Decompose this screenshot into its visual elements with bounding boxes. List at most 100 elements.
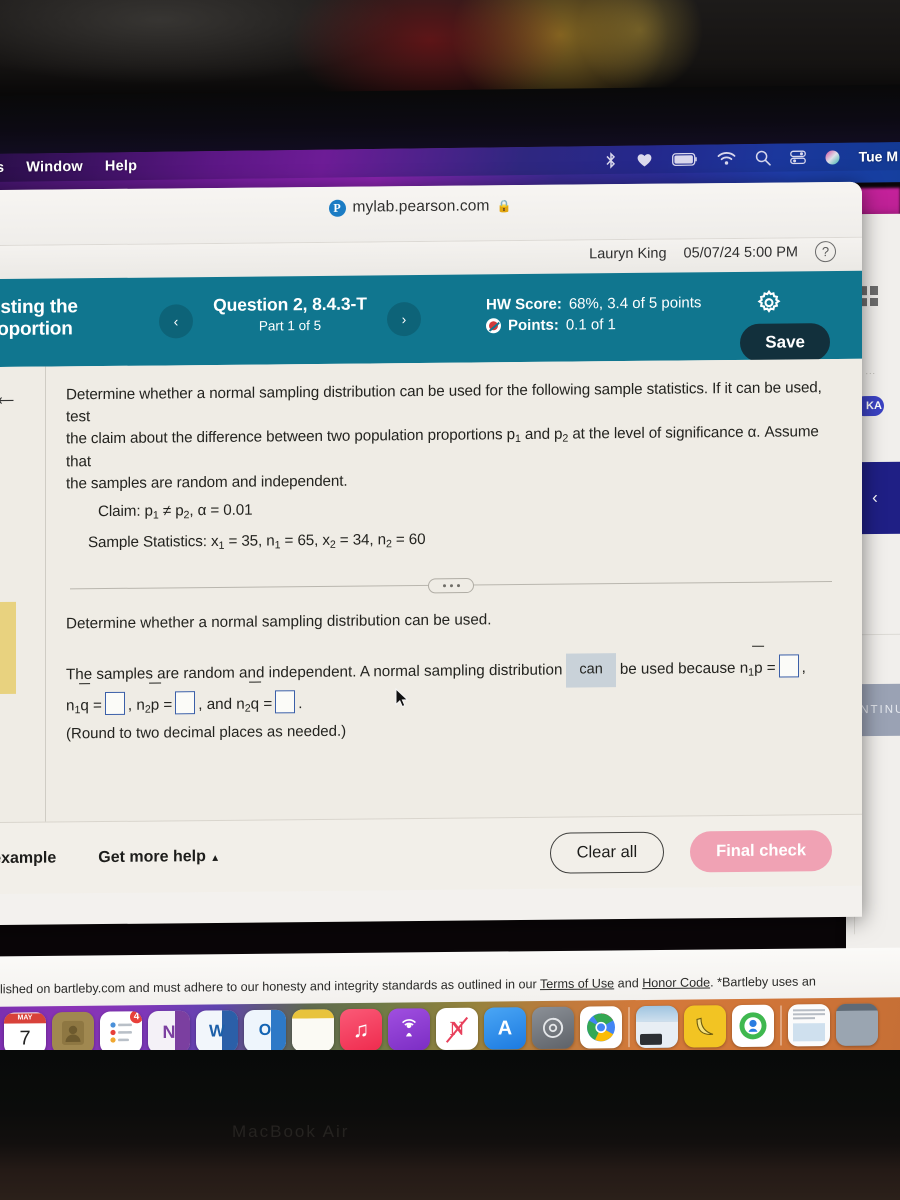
answer-blank-2[interactable] <box>104 691 125 715</box>
claim-line: Claim: p1 ≠ p2, α = 0.01 <box>98 501 253 522</box>
q-bar-2: q <box>248 681 261 719</box>
answer-sentence-part2: be used because n <box>619 660 749 679</box>
question-body: Determine whether a normal sampling dist… <box>46 359 862 822</box>
answer-blank-4[interactable] <box>275 690 296 714</box>
user-info-bar: Lauryn King 05/07/24 5:00 PM ? <box>589 241 836 264</box>
find-my-icon[interactable] <box>732 1004 774 1048</box>
url-text[interactable]: mylab.pearson.com <box>353 197 490 216</box>
menu-item-help[interactable]: Help <box>105 158 137 174</box>
p-bar-2: p <box>149 682 161 720</box>
control-center-icon[interactable] <box>789 150 806 165</box>
lock-icon: 🔒 <box>496 199 512 214</box>
due-date: 05/07/24 5:00 PM <box>683 243 798 261</box>
siri-icon[interactable] <box>825 149 840 164</box>
score-summary: HW Score: 68%, 3.4 of 5 points Points: 0… <box>486 294 701 334</box>
heart-icon[interactable] <box>636 152 653 167</box>
onenote-icon[interactable]: N <box>148 1010 190 1054</box>
question-line-2: the claim about the difference between t… <box>66 422 819 471</box>
points-row: Points: 0.1 of 1 <box>486 315 701 334</box>
hw-score-value: 68%, 3.4 of 5 points <box>568 294 702 313</box>
honor-code-link[interactable]: Honor Code <box>642 976 710 991</box>
menu-bar-status-items: Tue M <box>605 143 900 173</box>
answer-sentence: The samples are random and independent. … <box>66 645 836 721</box>
photo-thumbnail-icon[interactable] <box>636 1005 678 1049</box>
chrome-icon[interactable] <box>580 1006 622 1049</box>
question-name: Question 2, 8.4.3-T <box>213 293 367 315</box>
menu-bar-clock[interactable]: Tue M <box>859 148 898 165</box>
address-bar[interactable]: P mylab.pearson.com 🔒 <box>0 190 862 224</box>
word-icon[interactable]: W <box>196 1010 238 1053</box>
sample-statistics-line: Sample Statistics: x1 = 35, n1 = 65, x2 … <box>88 531 426 553</box>
footer-right-buttons: Clear all Final check <box>549 830 832 874</box>
question-footer-bar: n example Get more help ▲ Clear all Fina… <box>0 813 862 895</box>
bartleby-text: lished on bartleby.com and must adhere t… <box>0 974 816 997</box>
can-dropdown[interactable]: can <box>566 653 616 688</box>
answer-blank-1[interactable] <box>778 654 799 678</box>
gear-icon[interactable] <box>756 289 782 316</box>
question-part: Part 1 of 5 <box>258 317 322 334</box>
section-divider <box>70 577 832 594</box>
pearson-favicon: P <box>328 199 346 217</box>
answer-prompt: Determine whether a normal sampling dist… <box>66 611 492 633</box>
answer-blank-3[interactable] <box>175 691 196 715</box>
question-info: Question 2, 8.4.3-T Part 1 of 5 <box>200 293 380 334</box>
mouse-cursor <box>395 687 411 715</box>
app-store-icon[interactable]: A <box>484 1007 526 1050</box>
next-question-button[interactable]: › <box>387 301 421 337</box>
menu-item-0[interactable]: s <box>0 160 4 176</box>
outlook-icon[interactable]: O <box>244 1009 286 1053</box>
dock-separator-2 <box>780 1005 782 1046</box>
footer-left-links: n example Get more help ▲ <box>0 847 220 867</box>
view-example-link[interactable]: n example <box>0 849 56 868</box>
assignment-header: esting the roportion ‹ › Question 2, 8.4.… <box>0 270 862 368</box>
banana-icon[interactable] <box>684 1005 726 1048</box>
contacts-icon[interactable] <box>52 1011 94 1055</box>
browser-toolbar: P mylab.pearson.com 🔒 <box>0 181 862 247</box>
music-icon[interactable]: ♫ <box>340 1008 382 1052</box>
terms-of-use-link[interactable]: Terms of Use <box>540 976 614 991</box>
calendar-icon[interactable]: MAY 7 <box>4 1012 46 1055</box>
device-brand-label: MacBook Air <box>232 1122 350 1141</box>
question-content-area: ← Determine whether a normal sampling di… <box>0 358 862 823</box>
laptop-lower-bezel-photo: MacBook Air <box>0 1050 900 1200</box>
question-statement: Determine whether a normal sampling dist… <box>66 377 836 556</box>
wifi-icon[interactable] <box>717 151 736 165</box>
save-button[interactable]: Save <box>740 323 830 362</box>
menu-bar-items: s Window Help <box>0 155 137 179</box>
final-check-button[interactable]: Final check <box>690 830 832 873</box>
notes-icon[interactable] <box>292 1009 334 1052</box>
answer-sentence-part1: The samples are random and independent. … <box>66 661 563 684</box>
back-arrow-icon[interactable]: ← <box>0 381 19 411</box>
highlight-strip <box>0 601 16 695</box>
dock-separator-1 <box>628 1007 630 1048</box>
expand-dots-button[interactable] <box>428 577 474 594</box>
q-bar-1: q <box>78 682 91 721</box>
rounding-note: (Round to two decimal places as needed.) <box>66 722 347 743</box>
podcasts-icon[interactable] <box>388 1008 430 1051</box>
clear-all-button[interactable]: Clear all <box>549 831 665 874</box>
get-more-help-link[interactable]: Get more help ▲ <box>98 847 220 866</box>
room-photo-background <box>0 0 900 158</box>
system-settings-icon[interactable] <box>532 1006 574 1050</box>
bluetooth-icon[interactable] <box>605 151 617 169</box>
page-title: esting the roportion <box>0 296 78 341</box>
menu-item-window[interactable]: Window <box>26 159 83 176</box>
search-icon[interactable] <box>755 150 771 166</box>
points-label: Points: <box>508 316 559 335</box>
points-value: 0.1 of 1 <box>565 316 616 334</box>
question-mark-icon[interactable]: ? <box>815 241 836 263</box>
p-bar-1: p <box>752 645 765 684</box>
previous-question-button[interactable]: ‹ <box>159 304 193 339</box>
question-line-1: Determine whether a normal sampling dist… <box>66 379 822 426</box>
finder-window-icon[interactable] <box>836 1003 878 1046</box>
battery-icon[interactable] <box>671 152 698 166</box>
answer-section: Determine whether a normal sampling dist… <box>66 608 836 743</box>
hw-score-row: HW Score: 68%, 3.4 of 5 points <box>486 294 701 313</box>
caret-up-icon: ▲ <box>210 852 221 864</box>
reminders-badge: 4 <box>129 1011 142 1025</box>
document-icon[interactable] <box>788 1004 830 1047</box>
reminders-icon[interactable]: 4 <box>100 1011 142 1054</box>
student-name: Lauryn King <box>589 245 667 262</box>
left-rail: ← <box>0 366 46 823</box>
news-icon[interactable]: N <box>436 1007 478 1051</box>
